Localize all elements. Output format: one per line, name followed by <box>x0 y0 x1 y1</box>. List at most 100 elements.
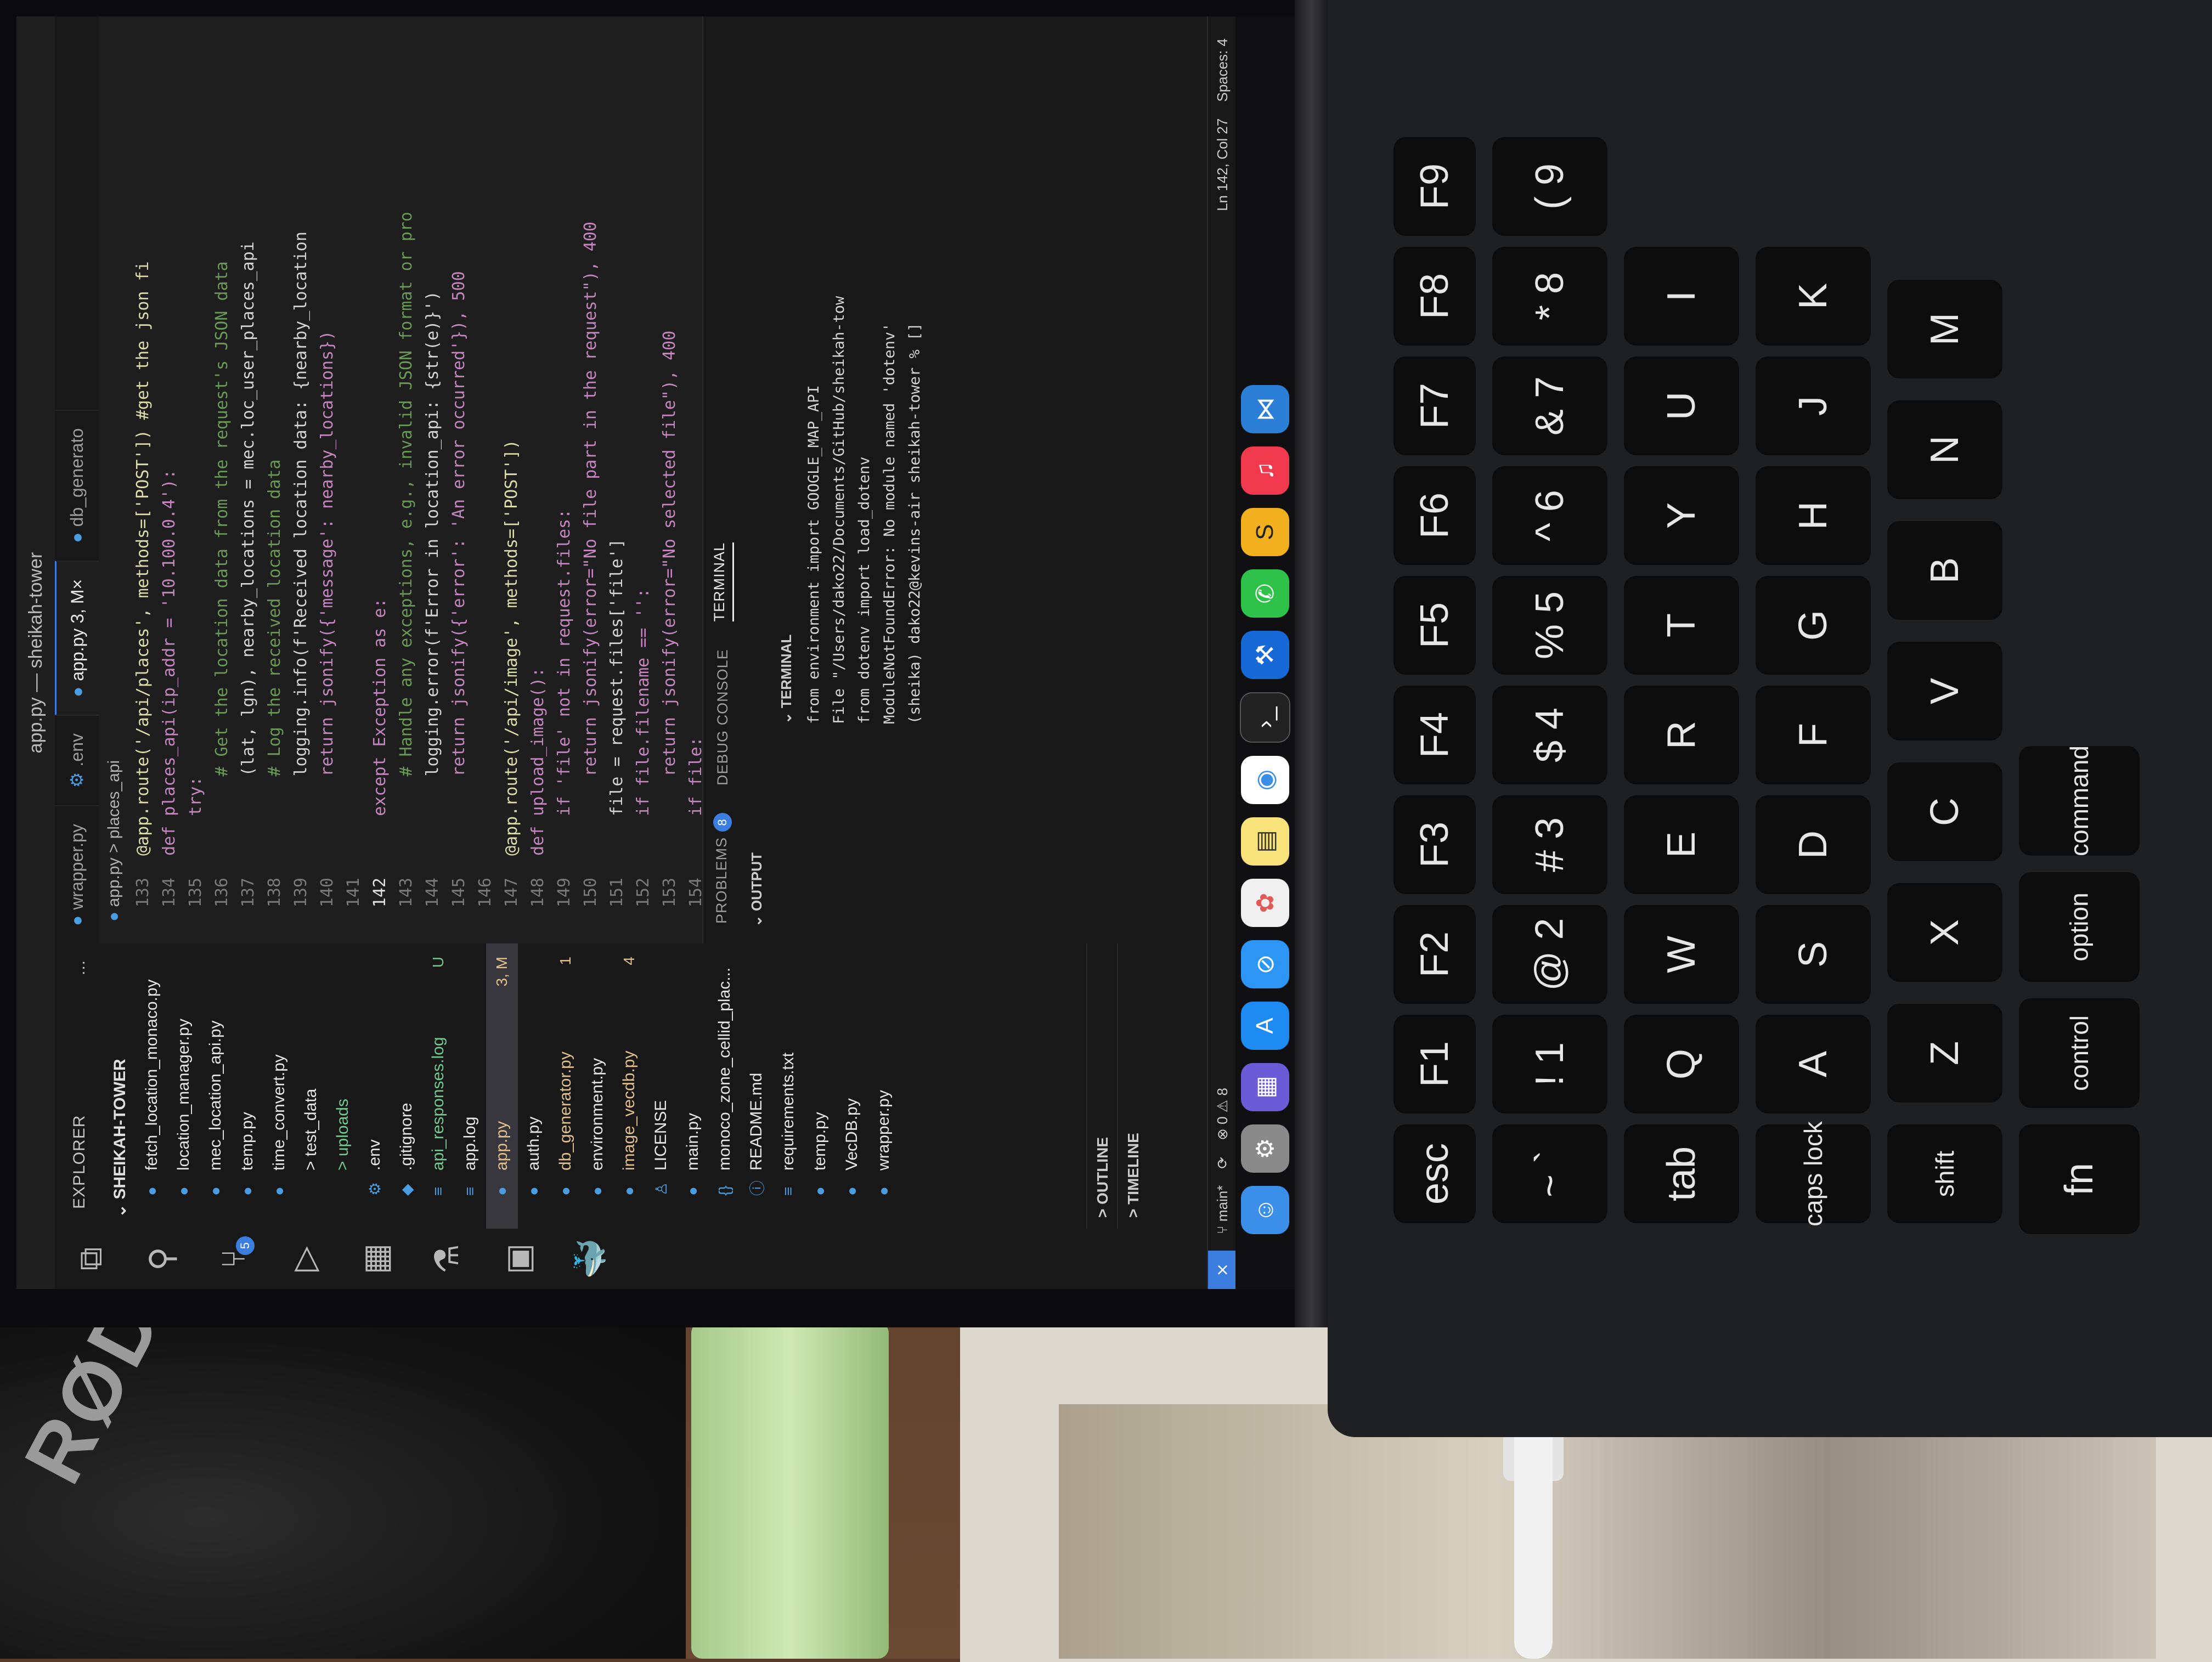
editor-tab[interactable]: ⚙ .env <box>55 714 99 806</box>
file-item[interactable]: {} monoco_zone_cellid_plac... <box>709 943 741 1229</box>
keyboard-key[interactable]: $ 4 <box>1492 686 1607 784</box>
keyboard-key[interactable]: ! 1 <box>1492 1015 1607 1113</box>
terminal-icon[interactable]: ›_ <box>1240 692 1290 743</box>
keyboard-key[interactable]: caps lock <box>1756 1121 1871 1226</box>
keyboard-key[interactable]: esc <box>1393 1124 1476 1223</box>
vscode-icon[interactable]: ⋈ <box>1241 385 1289 433</box>
keyboard-key[interactable]: ~ ` <box>1492 1124 1607 1223</box>
file-item[interactable]: ● time_convert.py <box>263 943 295 1229</box>
keyboard-key[interactable]: F2 <box>1393 905 1476 1004</box>
tab-problems[interactable]: PROBLEMS 8 <box>713 812 732 924</box>
keyboard-key[interactable]: M <box>1887 280 2002 378</box>
app-store-icon[interactable]: A <box>1241 1002 1289 1050</box>
keyboard-key[interactable]: F4 <box>1393 686 1476 784</box>
file-item[interactable]: ≡ app.log <box>454 943 486 1229</box>
keyboard-key[interactable]: @ 2 <box>1492 905 1607 1004</box>
keyboard-key[interactable]: control <box>2019 998 2140 1108</box>
tab-terminal[interactable]: TERMINAL <box>711 542 734 622</box>
file-item[interactable]: ◆ .gitignore <box>391 943 422 1229</box>
keyboard-key[interactable]: * 8 <box>1492 247 1607 346</box>
keyboard-key[interactable]: F <box>1756 686 1871 784</box>
source-control-icon[interactable]: ⑂ 5 <box>198 1229 269 1289</box>
sync-icon[interactable]: ⟳ <box>1214 1157 1231 1169</box>
git-branch[interactable]: ⑂ main* <box>1214 1185 1231 1234</box>
code-editor[interactable]: 133 @app.route('/api/places', methods=['P… <box>129 16 788 943</box>
keyboard-key[interactable]: T <box>1624 576 1739 675</box>
file-item[interactable]: ● location_manager.py <box>168 943 200 1229</box>
safari-icon[interactable]: ⊘ <box>1241 940 1289 988</box>
keyboard-key[interactable]: G <box>1756 576 1871 675</box>
file-item[interactable]: ● VecDB.py <box>836 943 868 1229</box>
explorer-icon[interactable]: ⧉ <box>55 1229 126 1289</box>
keyboard-key[interactable]: shift <box>1887 1124 2002 1223</box>
outline-section[interactable]: > OUTLINE <box>1086 932 1118 1229</box>
keyboard-key[interactable]: F8 <box>1393 247 1476 346</box>
keyboard-key[interactable]: X <box>1887 883 2002 982</box>
file-item[interactable]: ⓘ README.md <box>741 943 772 1229</box>
keyboard-key[interactable]: Y <box>1624 466 1739 565</box>
file-item[interactable]: ● mec_location_api.py <box>200 943 232 1229</box>
keyboard-key[interactable]: F3 <box>1393 795 1476 894</box>
close-tab-icon[interactable]: × <box>67 579 88 590</box>
file-item[interactable]: > uploads <box>327 943 359 1229</box>
docker-icon[interactable]: 🐳 <box>554 1229 625 1289</box>
tab-debug-console[interactable]: DEBUG CONSOLE <box>714 649 731 785</box>
keyboard-key[interactable]: option <box>2019 872 2140 982</box>
timeline-section[interactable]: > TIMELINE <box>1117 932 1149 1229</box>
keyboard-key[interactable]: F1 <box>1393 1015 1476 1113</box>
remote-explorer-icon[interactable]: ▣ <box>483 1229 554 1289</box>
keyboard-key[interactable]: V <box>1887 642 2002 740</box>
remote-indicator-icon[interactable]: ⨯ <box>1208 1251 1237 1289</box>
sublime-icon[interactable]: S <box>1241 508 1289 556</box>
file-item[interactable]: ● wrapper.py <box>868 943 900 1229</box>
keyboard-key[interactable]: Z <box>1887 1004 2002 1103</box>
extensions-icon[interactable]: ▦ <box>340 1229 411 1289</box>
file-item[interactable]: ● main.py <box>677 943 709 1229</box>
file-item[interactable]: > test_data <box>295 943 327 1229</box>
keyboard-key[interactable]: ^ 6 <box>1492 466 1607 565</box>
launchpad-icon[interactable]: ▦ <box>1241 1063 1289 1111</box>
keyboard-key[interactable]: command <box>2019 745 2140 856</box>
xcode-icon[interactable]: ⚒ <box>1241 631 1289 679</box>
more-actions-icon[interactable]: ... <box>70 960 89 975</box>
search-icon[interactable]: ⚲ <box>126 1229 198 1289</box>
keyboard-key[interactable]: W <box>1624 905 1739 1004</box>
file-item[interactable]: ● db_generator.py 1 <box>550 943 582 1229</box>
breadcrumb-text[interactable]: app.py > places_api <box>105 760 123 907</box>
wechat-icon[interactable]: ✆ <box>1241 569 1289 618</box>
keyboard-key[interactable]: F6 <box>1393 466 1476 565</box>
file-item[interactable]: ● app.py 3, M <box>486 943 518 1229</box>
file-item[interactable]: ⚙ .env <box>359 943 391 1229</box>
keyboard-key[interactable]: K <box>1756 247 1871 346</box>
file-item[interactable]: ♙ LICENSE <box>645 943 677 1229</box>
keyboard-key[interactable]: U <box>1624 357 1739 455</box>
music-icon[interactable]: ♫ <box>1241 446 1289 495</box>
keyboard-key[interactable]: S <box>1756 905 1871 1004</box>
file-item[interactable]: ≡ requirements.txt <box>772 943 804 1229</box>
file-item[interactable]: ≡ api_responses.log U <box>422 943 454 1229</box>
file-item[interactable]: ● fetch_location_monaco.py <box>136 943 168 1229</box>
keyboard-key[interactable]: E <box>1624 795 1739 894</box>
terminal-output[interactable]: from environment import GOOGLE_MAP_API Fi… <box>801 16 927 943</box>
file-item[interactable]: ● image_vecdb.py 4 <box>613 943 645 1229</box>
problems-status[interactable]: ⊗ 0 ⚠ 8 <box>1214 1088 1231 1140</box>
terminal-section[interactable]: ⌄ TERMINAL <box>771 16 801 943</box>
file-item[interactable]: ● environment.py <box>582 943 613 1229</box>
system-settings-icon[interactable]: ⚙ <box>1241 1124 1289 1173</box>
chrome-icon[interactable]: ◉ <box>1241 756 1289 804</box>
testing-icon[interactable]: ⚗ <box>411 1229 483 1289</box>
keyboard-key[interactable]: F7 <box>1393 357 1476 455</box>
file-item[interactable]: ● temp.py <box>804 943 836 1229</box>
cursor-position[interactable]: Ln 142, Col 27 <box>1214 118 1231 211</box>
keyboard-key[interactable]: & 7 <box>1492 357 1607 455</box>
keyboard-key[interactable]: B <box>1887 521 2002 620</box>
keyboard-key[interactable]: % 5 <box>1492 576 1607 675</box>
finder-icon[interactable]: ☺ <box>1241 1186 1289 1234</box>
notes-icon[interactable]: ▤ <box>1241 817 1289 866</box>
indentation[interactable]: Spaces: 4 <box>1214 38 1231 102</box>
keyboard-key[interactable]: R <box>1624 686 1739 784</box>
keyboard-key[interactable]: N <box>1887 400 2002 499</box>
keyboard-key[interactable]: H <box>1756 466 1871 565</box>
keyboard-key[interactable]: fn <box>2019 1124 2140 1234</box>
keyboard-key[interactable]: # 3 <box>1492 795 1607 894</box>
